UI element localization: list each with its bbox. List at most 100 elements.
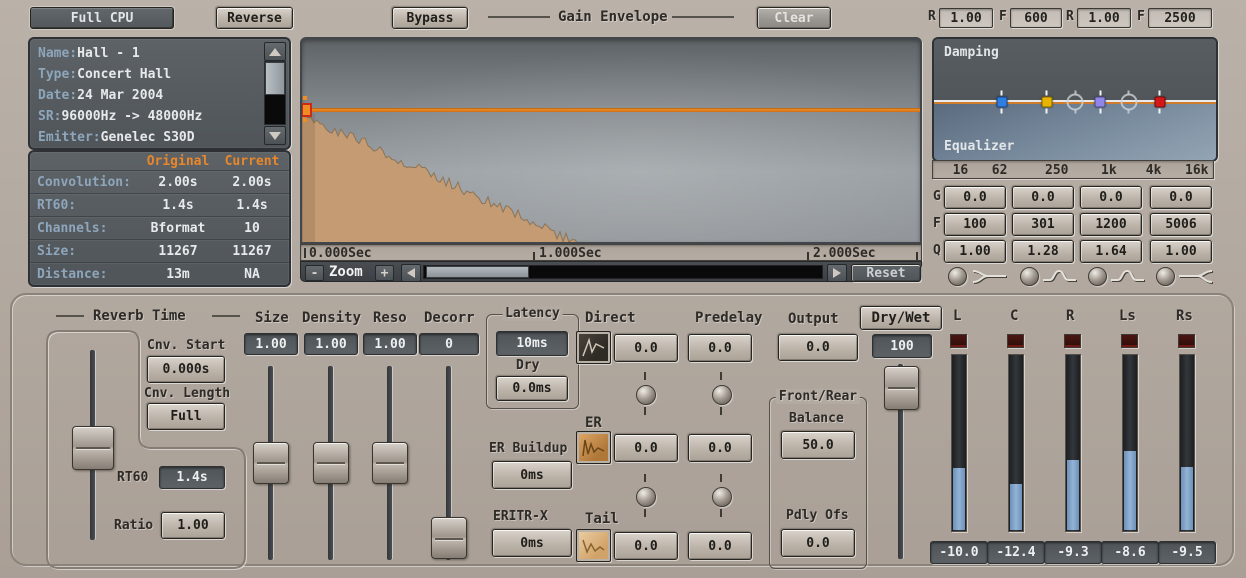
- damping-eq-graph[interactable]: Damping Equalizer: [932, 37, 1218, 162]
- clip-indicator-ls[interactable]: [1121, 334, 1138, 348]
- eq-f2-field[interactable]: 301: [1012, 213, 1074, 236]
- latency-display[interactable]: 10ms: [496, 331, 568, 356]
- filter-type-button-2[interactable]: [1020, 267, 1039, 286]
- eq-g4-field[interactable]: 0.0: [1150, 186, 1212, 209]
- eq-band3-point[interactable]: [1095, 96, 1106, 107]
- full-cpu-button[interactable]: Full CPU: [30, 7, 174, 29]
- freq-label: 16k: [1185, 163, 1208, 178]
- decorr-slider[interactable]: [431, 366, 465, 560]
- reverb-time-slider[interactable]: [72, 350, 112, 540]
- filter-type-button-1[interactable]: [948, 267, 967, 286]
- zoom-in-button[interactable]: +: [375, 265, 394, 281]
- tail-gain-field[interactable]: 0.0: [614, 532, 678, 560]
- damp-f2-field[interactable]: 2500: [1148, 8, 1212, 28]
- eq-band1-point[interactable]: [996, 96, 1007, 107]
- damp-r1-field[interactable]: 1.00: [939, 8, 993, 28]
- scroll-right-button[interactable]: [827, 264, 847, 282]
- er-buildup-field[interactable]: 0ms: [492, 461, 572, 489]
- zoom-out-button[interactable]: -: [305, 265, 324, 281]
- reverb-time-slider-handle[interactable]: [72, 426, 114, 470]
- direct-predelay-field[interactable]: 0.0: [688, 334, 752, 362]
- scroll-left-button[interactable]: [401, 264, 421, 282]
- table-header-current: Current: [215, 151, 289, 172]
- balance-field[interactable]: 50.0: [781, 431, 855, 459]
- eq-ghost-point[interactable]: [1067, 93, 1084, 110]
- pdly-ofs-field[interactable]: 0.0: [781, 529, 855, 557]
- density-slider[interactable]: [313, 366, 347, 560]
- eq-q3-field[interactable]: 1.64: [1080, 240, 1142, 263]
- filter-type-button-4[interactable]: [1156, 267, 1175, 286]
- eq-g3-field[interactable]: 0.0: [1080, 186, 1142, 209]
- eq-q4-field[interactable]: 1.00: [1150, 240, 1212, 263]
- damp-f1-field[interactable]: 600: [1010, 8, 1062, 28]
- reverse-button[interactable]: Reverse: [216, 7, 293, 29]
- clip-indicator-r[interactable]: [1064, 334, 1081, 348]
- clear-button[interactable]: Clear: [757, 7, 831, 29]
- tail-waveform-icon[interactable]: [576, 529, 611, 562]
- er-waveform-icon[interactable]: [576, 431, 611, 464]
- decorr-value-display[interactable]: 0: [419, 333, 479, 355]
- reset-button[interactable]: Reset: [851, 264, 921, 282]
- eq-q1-field[interactable]: 1.00: [944, 240, 1006, 263]
- er-pan-knob[interactable]: [636, 487, 656, 507]
- ruler-tick: [916, 252, 918, 260]
- reso-value-display[interactable]: 1.00: [363, 333, 417, 355]
- preset-scroll-down-button[interactable]: [264, 126, 286, 145]
- eq-band4-point[interactable]: [1154, 96, 1165, 107]
- predelay-pan-knob-1[interactable]: [712, 385, 732, 405]
- gain-envelope-line[interactable]: [302, 108, 920, 112]
- density-slider-handle[interactable]: [313, 442, 349, 484]
- clip-indicator-l[interactable]: [950, 334, 967, 348]
- envelope-scrollbar-thumb[interactable]: [426, 266, 529, 278]
- direct-pan-knob[interactable]: [636, 385, 656, 405]
- eq-ghost-point[interactable]: [1120, 93, 1137, 110]
- table-cell-current: 11267: [215, 241, 289, 262]
- direct-gain-field[interactable]: 0.0: [614, 334, 678, 362]
- size-value-display[interactable]: 1.00: [244, 333, 298, 355]
- eq-g1-field[interactable]: 0.0: [944, 186, 1006, 209]
- damp-r2-field[interactable]: 1.00: [1077, 8, 1131, 28]
- dry-latency-field[interactable]: 0.0ms: [496, 376, 568, 401]
- dry-wet-slider-handle[interactable]: [884, 366, 919, 410]
- density-value-display[interactable]: 1.00: [304, 333, 358, 355]
- decorr-slider-handle[interactable]: [431, 517, 467, 559]
- filter-type-button-3[interactable]: [1088, 267, 1107, 286]
- rt60-display[interactable]: 1.4s: [159, 466, 225, 489]
- eq-band2-point[interactable]: [1041, 96, 1052, 107]
- plus-icon: +: [381, 266, 389, 281]
- eq-f3-field[interactable]: 1200: [1080, 213, 1142, 236]
- size-slider-handle[interactable]: [253, 442, 289, 484]
- reso-slider-handle[interactable]: [372, 442, 408, 484]
- cnv-start-field[interactable]: 0.000s: [147, 356, 225, 383]
- direct-waveform-icon[interactable]: [576, 331, 611, 364]
- gain-envelope-display[interactable]: [300, 37, 922, 244]
- dry-wet-button[interactable]: Dry/Wet: [860, 306, 942, 330]
- down-arrow-icon: [269, 132, 281, 140]
- eq-g2-field[interactable]: 0.0: [1012, 186, 1074, 209]
- eq-f4-field[interactable]: 5006: [1150, 213, 1212, 236]
- dry-wet-display[interactable]: 100: [872, 334, 932, 358]
- output-field[interactable]: 0.0: [778, 334, 858, 361]
- meter-fill-r: [1067, 460, 1079, 530]
- er-gain-field[interactable]: 0.0: [614, 434, 678, 462]
- eq-f1-field[interactable]: 100: [944, 213, 1006, 236]
- meter-c: [1008, 354, 1024, 532]
- reso-slider[interactable]: [372, 366, 406, 560]
- eritr-x-field[interactable]: 0ms: [492, 529, 572, 557]
- clip-indicator-rs[interactable]: [1178, 334, 1195, 348]
- er-predelay-field[interactable]: 0.0: [688, 434, 752, 462]
- envelope-scrollbar-track[interactable]: [423, 265, 823, 279]
- size-slider[interactable]: [253, 366, 287, 560]
- cnv-length-field[interactable]: Full: [147, 403, 225, 430]
- preset-scrollbar-thumb[interactable]: [265, 62, 285, 95]
- tail-predelay-field[interactable]: 0.0: [688, 532, 752, 560]
- predelay-pan-knob-2[interactable]: [712, 487, 732, 507]
- eq-q2-field[interactable]: 1.28: [1012, 240, 1074, 263]
- clip-indicator-c[interactable]: [1007, 334, 1024, 348]
- ratio-field[interactable]: 1.00: [161, 512, 225, 539]
- preset-scrollbar-track[interactable]: [264, 61, 286, 125]
- gain-envelope-handle[interactable]: [301, 103, 312, 117]
- preset-scroll-up-button[interactable]: [264, 42, 286, 61]
- dry-wet-slider[interactable]: [884, 364, 917, 559]
- bypass-button[interactable]: Bypass: [392, 7, 468, 29]
